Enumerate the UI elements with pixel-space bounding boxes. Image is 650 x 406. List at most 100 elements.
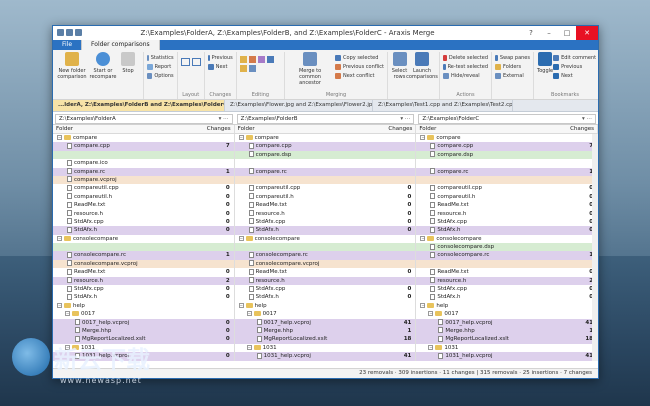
table-row[interactable]: resource.h 0 [53,210,234,218]
table-row[interactable]: StdAfx.h0 [416,293,597,301]
table-row[interactable]: ReadMe.txt0 [235,268,416,276]
folders-button[interactable]: Folders [495,63,530,71]
tab-file[interactable]: File [53,40,81,50]
table-row[interactable]: compare.dsp [234,150,416,160]
folder-row[interactable]: − help [235,302,416,310]
quick-access-toolbar[interactable] [57,29,82,36]
table-row[interactable]: ReadMe.txt0 [416,268,597,276]
collapse-icon[interactable]: − [238,302,244,308]
help-button[interactable]: ? [522,26,540,40]
table-row[interactable]: compare.rc1 [416,167,598,176]
folder-row[interactable]: − 1031 [416,344,597,352]
table-row[interactable]: ReadMe.txt0 [53,268,234,276]
table-row[interactable]: StdAfx.cpp0 [53,285,234,293]
swap-panes-button[interactable]: Swap panes [495,54,530,62]
table-row[interactable]: resource.h [234,276,416,286]
table-row[interactable] [416,259,598,269]
previous-bookmark-button[interactable]: Previous [553,63,596,71]
edit-comment-button[interactable]: Edit comment [553,54,596,62]
previous-change-button[interactable]: Previous [207,54,233,62]
table-row[interactable]: compare.ico [53,159,234,167]
table-row[interactable]: compareutil.cpp0 [53,184,234,192]
table-row[interactable]: consolecompare.rc1 [416,251,598,260]
collapse-icon[interactable]: − [420,135,426,140]
copy-selected-button[interactable]: Copy selected [335,54,384,62]
table-row[interactable]: consolecompare.rc [234,251,416,260]
collapse-icon[interactable]: − [246,344,252,350]
table-row[interactable]: ReadMe.txt0 [416,201,597,209]
table-row[interactable]: consolecompare.dsp [416,243,598,252]
table-row[interactable]: consolecompare.vcproj [53,259,234,269]
next-conflict-button[interactable]: Next conflict [335,72,384,80]
save-icon[interactable] [57,29,64,36]
tab-folder-comparisons[interactable]: Folder comparisons [81,39,160,50]
table-row[interactable]: ReadMe.txt0 [235,201,416,209]
folder-row[interactable]: − compare [53,134,234,142]
table-row[interactable]: StdAfx.cpp0 [235,218,416,226]
folder-row[interactable]: − consolecompare [235,235,416,243]
close-button[interactable]: ✕ [576,26,598,40]
external-button[interactable]: External [495,72,530,80]
chevron-down-icon[interactable]: ▾ ⋯ [400,115,410,124]
collapse-icon[interactable]: − [238,135,244,140]
table-row[interactable]: StdAfx.cpp0 [235,285,416,293]
next-change-button[interactable]: Next [207,63,233,71]
collapse-icon[interactable]: − [246,311,252,317]
table-row[interactable]: resource.h2 [416,276,598,286]
redo-icon[interactable] [75,29,82,36]
table-row[interactable]: 1031_help.vcproj 41 [416,352,598,361]
collapse-icon[interactable]: − [65,311,70,317]
delete-selected-button[interactable]: Delete selected [443,54,488,62]
table-row[interactable]: MgReportLocalized.xslt 18 [416,335,598,344]
table-row[interactable]: Merge.hhp1 [416,326,598,336]
table-row[interactable]: compare.rc1 [53,167,234,176]
report-button[interactable]: Report [146,63,174,71]
undo-icon[interactable] [66,29,73,36]
table-row[interactable]: StdAfx.h0 [234,226,416,235]
merge-to-common-ancestor-button[interactable]: Merge to common ancestor [288,52,332,86]
table-row[interactable]: compare.cpp [234,142,416,151]
folder-row[interactable]: − 0017 [416,310,597,318]
launch-comparisons-button[interactable]: Launch comparisons [406,52,438,80]
toggle-bookmark-button[interactable]: Toggle [537,52,553,80]
table-row[interactable]: compare.dsp [416,150,598,160]
statistics-button[interactable]: Statistics [146,54,174,62]
collapse-icon[interactable]: − [428,311,434,317]
table-row[interactable] [416,159,597,167]
copy-right-icon[interactable] [248,56,256,63]
hide-reveal-button[interactable]: Hide/reveal [443,72,488,80]
folder-row[interactable]: − consolecompare [53,235,234,243]
table-row[interactable]: compare.cpp7 [416,142,598,151]
table-row[interactable] [416,175,598,185]
copy-left-icon[interactable] [239,56,247,63]
table-row[interactable]: consolecompare.vcproj [234,259,416,269]
table-row[interactable]: Merge.hhp1 [234,326,416,336]
table-row[interactable]: consolecompare.rc1 [53,251,234,260]
column-header-a[interactable]: Folder Changes [53,125,235,133]
table-row[interactable]: compareutil.h0 [416,193,597,201]
table-row[interactable]: StdAfx.cpp0 [416,218,597,226]
table-row[interactable]: compare.rc [234,167,416,176]
collapse-icon[interactable]: − [57,235,62,241]
stop-button[interactable]: Stop [120,52,136,92]
folder-row[interactable]: − help [53,302,234,310]
table-row[interactable]: 0017_help.vcproj 41 [416,318,598,327]
column-header-b[interactable]: Folder Changes [235,125,417,133]
table-row[interactable]: Merge.hhp 0 [53,326,234,336]
table-row[interactable] [53,243,234,252]
collapse-icon[interactable]: − [57,135,62,140]
collapse-icon[interactable]: − [420,302,426,308]
previous-conflict-button[interactable]: Previous conflict [335,63,384,71]
table-row[interactable]: compareutil.h0 [53,193,234,201]
table-row[interactable]: compare.cpp7 [53,142,234,151]
table-row[interactable] [53,150,234,160]
table-row[interactable] [234,243,416,252]
folder-row[interactable]: − compare [416,134,597,142]
table-row[interactable]: compareutil.cpp0 [416,184,597,192]
folder-row[interactable]: − 0017 [53,310,234,318]
maximize-button[interactable]: □ [558,26,576,40]
table-row[interactable]: ReadMe.txt0 [53,201,234,209]
collapse-icon[interactable]: − [428,344,434,350]
table-row[interactable]: MgReportLocalized.xslt 18 [234,335,416,344]
next-bookmark-button[interactable]: Next [553,72,596,80]
